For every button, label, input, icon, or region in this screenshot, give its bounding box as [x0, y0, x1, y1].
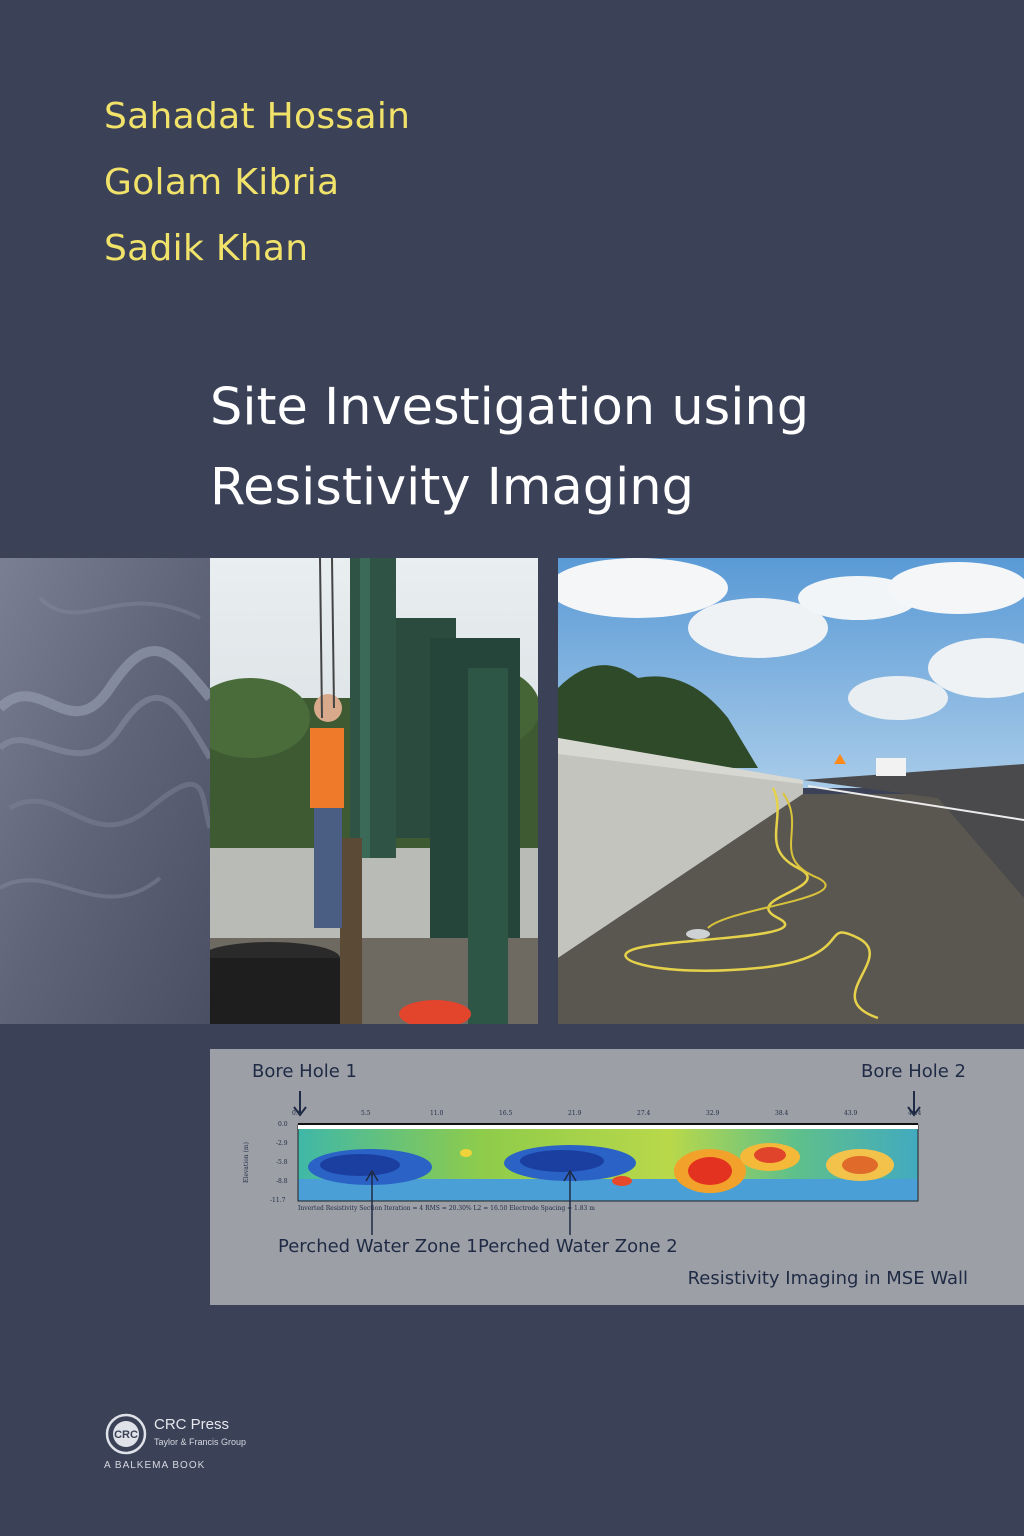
x-tick-label: 43.9 [844, 1110, 858, 1117]
resistivity-section-image [293, 1091, 921, 1235]
author-name: Sadik Khan [104, 228, 309, 269]
resistivity-figure: 0.0 5.5 11.0 16.5 21.9 27.4 32.9 38.4 43… [210, 1049, 1024, 1305]
y-tick-label: -8.8 [276, 1178, 288, 1185]
x-tick-label: 5.5 [361, 1110, 371, 1117]
y-tick-label: -11.7 [270, 1197, 286, 1204]
author-name: Sahadat Hossain [104, 96, 411, 137]
figure-caption: Resistivity Imaging in MSE Wall [687, 1268, 968, 1289]
perched-water-zone-1-label: Perched Water Zone 1 [278, 1236, 478, 1257]
crc-press-logo-icon: CRC [105, 1413, 147, 1455]
x-tick-label: 27.4 [637, 1110, 651, 1117]
crc-logo-text: CRC [114, 1429, 138, 1441]
x-tick-label: 11.0 [430, 1110, 444, 1117]
section-footer: Inverted Resistivity Section Iteration =… [298, 1205, 595, 1212]
x-tick-label: 16.5 [499, 1110, 513, 1117]
x-tick-label: 21.9 [568, 1110, 582, 1117]
drilling-rig-photo [210, 558, 538, 1024]
marble-texture-image [0, 558, 210, 1024]
book-title-line-2: Resistivity Imaging [210, 458, 694, 517]
bore-hole-2-label: Bore Hole 2 [861, 1061, 966, 1082]
book-title-line-1: Site Investigation using [210, 378, 810, 437]
x-tick-label: 49.4 [908, 1110, 922, 1117]
author-list: Sahadat Hossain Golam Kibria Sadik Khan [104, 84, 410, 282]
y-tick-label: -2.9 [276, 1140, 288, 1147]
book-title: Site Investigation using Resistivity Ima… [210, 368, 1010, 528]
publisher-name: CRC Press [154, 1416, 230, 1433]
y-tick-label: 0.0 [278, 1121, 288, 1128]
publisher-group: Taylor & Francis Group [154, 1437, 247, 1447]
bore-hole-1-label: Bore Hole 1 [252, 1061, 357, 1082]
author-name: Golam Kibria [104, 162, 340, 203]
x-tick-label: 0.0 [292, 1110, 302, 1117]
publisher-imprint: A BALKEMA BOOK [104, 1460, 206, 1471]
perched-water-zone-2-label: Perched Water Zone 2 [478, 1236, 678, 1257]
y-tick-label: -5.8 [276, 1159, 288, 1166]
x-tick-label: 38.4 [775, 1110, 789, 1117]
y-axis-label: Elevation (m) [242, 1142, 250, 1183]
x-tick-label: 32.9 [706, 1110, 720, 1117]
mse-wall-cable-photo [558, 558, 1024, 1024]
